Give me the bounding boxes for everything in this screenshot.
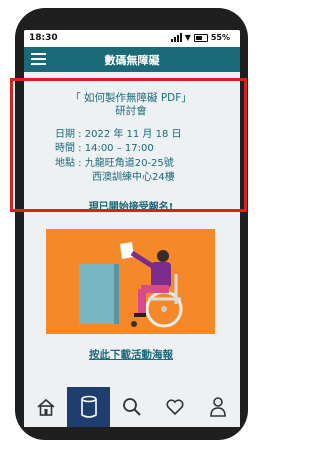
home-icon bbox=[37, 398, 55, 416]
nav-profile[interactable] bbox=[197, 387, 240, 427]
wheelchair-illustration bbox=[79, 242, 183, 328]
event-poster-image[interactable] bbox=[46, 229, 215, 334]
heart-icon bbox=[166, 399, 184, 416]
app-bar: 數碼無障礙 bbox=[24, 47, 240, 72]
wifi-icon: ▼ bbox=[184, 33, 191, 42]
status-bar: 18:30 ▼ 55% bbox=[24, 30, 240, 47]
search-icon bbox=[123, 398, 141, 416]
status-right: ▼ 55% bbox=[170, 33, 230, 42]
profile-icon bbox=[210, 397, 227, 417]
bottom-nav bbox=[24, 387, 240, 427]
nav-home[interactable] bbox=[24, 387, 67, 427]
highlight-box bbox=[10, 78, 247, 212]
signal-icon bbox=[170, 33, 182, 42]
nav-library[interactable] bbox=[67, 387, 111, 427]
app-title: 數碼無障礙 bbox=[104, 54, 160, 67]
nav-favorites[interactable] bbox=[154, 387, 197, 427]
library-icon bbox=[80, 395, 97, 418]
download-poster-link[interactable]: 按此下載活動海報 bbox=[0, 347, 262, 362]
status-time: 18:30 bbox=[29, 33, 58, 43]
battery-percent: 55% bbox=[210, 33, 230, 42]
nav-search[interactable] bbox=[110, 387, 153, 427]
battery-icon bbox=[193, 33, 208, 42]
